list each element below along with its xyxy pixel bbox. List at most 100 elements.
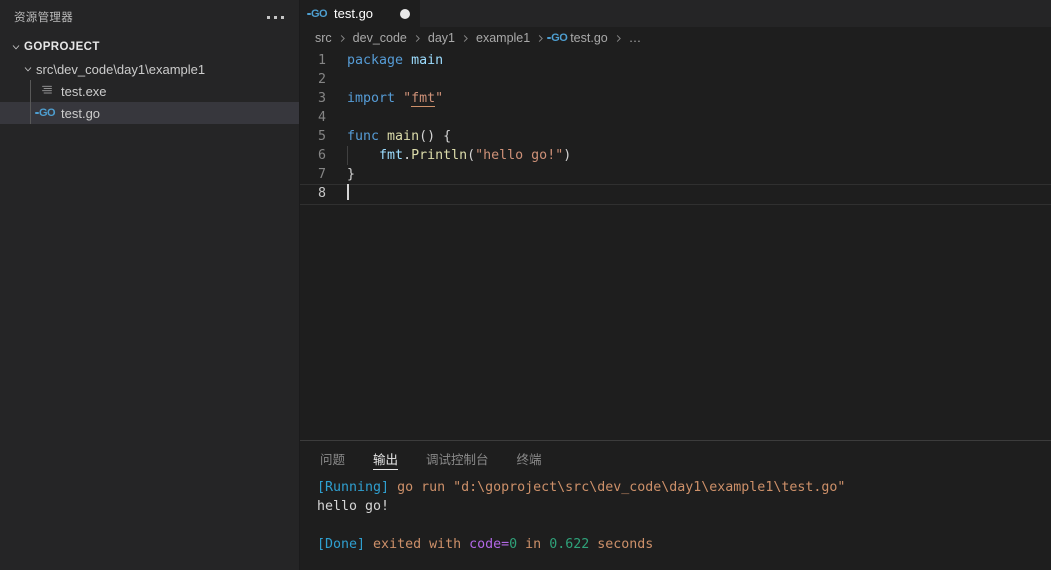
tree-item-test-go[interactable]: GO test.go bbox=[0, 102, 299, 124]
token: main bbox=[387, 129, 420, 144]
explorer-actions[interactable] bbox=[265, 9, 287, 25]
code-line-7[interactable]: 7} bbox=[300, 165, 1051, 184]
breadcrumb-item[interactable]: dev_code bbox=[353, 31, 407, 45]
output-segment: go run "d:\goproject\src\dev_code\day1\e… bbox=[389, 480, 846, 495]
token: " bbox=[403, 91, 412, 106]
token: ( bbox=[467, 148, 476, 163]
code-line-2[interactable]: 2 bbox=[300, 70, 1051, 89]
output-segment: hello go! bbox=[317, 499, 390, 514]
output-segment: [Done] bbox=[317, 537, 366, 552]
code-text[interactable]: package main bbox=[347, 51, 1051, 70]
code-text[interactable]: func main() { bbox=[347, 127, 1051, 146]
line-number: 7 bbox=[317, 167, 326, 182]
binary-file-icon bbox=[41, 84, 53, 99]
token: fmt bbox=[379, 148, 404, 163]
breadcrumb-item-label: example1 bbox=[476, 31, 531, 45]
code-text[interactable]: import "fmt" bbox=[347, 89, 1051, 108]
breadcrumb-item-label: test.go bbox=[570, 31, 608, 45]
output-segment: seconds bbox=[589, 537, 654, 552]
bottom-panel: 问题 输出 调试控制台 终端 [Running] go run "d:\goproje… bbox=[300, 440, 1051, 570]
line-number: 4 bbox=[317, 110, 326, 125]
tab-label: test.go bbox=[334, 6, 374, 21]
file-tree[interactable]: GOPROJECT src\dev_code\day1\example1 test.… bbox=[0, 36, 299, 124]
editor-tab-bar[interactable]: GO test.go bbox=[300, 0, 1051, 27]
explorer-title: 资源管理器 bbox=[14, 12, 73, 24]
code-line-4[interactable]: 4 bbox=[300, 108, 1051, 127]
breadcrumb-separator-icon bbox=[613, 33, 624, 44]
panel-tab-输出[interactable]: 输出 bbox=[373, 441, 399, 476]
go-file-icon: GO bbox=[547, 32, 568, 44]
code-lines[interactable]: 1 package main 2 3 import "fmt" 4 5 func main()… bbox=[300, 49, 1051, 205]
token: main bbox=[411, 53, 444, 68]
unsaved-indicator-icon[interactable] bbox=[400, 8, 410, 19]
tree-item-label: test.go bbox=[61, 105, 101, 121]
panel-tab-问题[interactable]: 问题 bbox=[320, 441, 345, 476]
editor-area: GO test.go src dev_code day1 example1 GO test.… bbox=[300, 0, 1051, 570]
breadcrumb-item-label: day1 bbox=[427, 31, 455, 45]
tree-item-label: test.exe bbox=[61, 83, 107, 99]
output-segment: code= bbox=[469, 537, 510, 552]
code-line-6[interactable]: 6 fmt.Println("hello go!") bbox=[300, 146, 1051, 165]
vscode-window: 资源管理器 GOPROJECT src\dev_code\day1\example… bbox=[0, 0, 1051, 570]
token: package bbox=[347, 53, 404, 68]
tree-item-goproject[interactable]: GOPROJECT bbox=[0, 36, 299, 58]
breadcrumb[interactable]: src dev_code day1 example1 GO test.go … bbox=[300, 27, 1051, 49]
tree-item-test-exe[interactable]: test.exe bbox=[0, 80, 299, 102]
breadcrumb-item[interactable]: src bbox=[315, 31, 332, 45]
token: "hello go!" bbox=[475, 148, 564, 163]
token: import bbox=[347, 91, 396, 106]
output-line: hello go! bbox=[317, 497, 1051, 516]
breadcrumb-item[interactable]: example1 bbox=[476, 31, 530, 45]
output-segment: 0 bbox=[509, 537, 518, 552]
breadcrumb-item-label: dev_code bbox=[352, 31, 407, 45]
breadcrumb-item[interactable]: day1 bbox=[428, 31, 455, 45]
code-line-1[interactable]: 1 package main bbox=[300, 51, 1051, 70]
token: fmt bbox=[411, 91, 436, 107]
output-segment: in bbox=[517, 537, 550, 552]
line-number: 8 bbox=[317, 186, 326, 201]
code-line-5[interactable]: 5 func main() { bbox=[300, 127, 1051, 146]
breadcrumb-separator-icon bbox=[535, 33, 546, 44]
code-editor[interactable]: 1 package main 2 3 import "fmt" 4 5 func main()… bbox=[300, 49, 1051, 440]
ellipsis-icon[interactable] bbox=[265, 9, 287, 25]
editor-tab-test-go[interactable]: GO test.go bbox=[300, 0, 420, 27]
output-line: [Done] exited with code=0 in 0.622 secon… bbox=[317, 535, 1051, 554]
panel-tab-终端[interactable]: 终端 bbox=[517, 441, 542, 476]
token: func bbox=[347, 129, 380, 144]
token: ) bbox=[563, 148, 572, 163]
line-number: 6 bbox=[317, 148, 326, 163]
breadcrumb-separator-icon bbox=[412, 33, 423, 44]
tree-indent-guide bbox=[30, 80, 31, 124]
explorer-header: 资源管理器 bbox=[0, 4, 299, 30]
breadcrumb-separator-icon bbox=[337, 33, 348, 44]
token: } bbox=[347, 167, 356, 182]
breadcrumb-separator-icon bbox=[460, 33, 471, 44]
chevron-down-icon[interactable] bbox=[8, 39, 24, 55]
panel-tab-调试控制台[interactable]: 调试控制台 bbox=[426, 441, 489, 476]
token: . bbox=[403, 148, 412, 163]
line-number: 3 bbox=[317, 91, 326, 106]
code-line-3[interactable]: 3 import "fmt" bbox=[300, 89, 1051, 108]
code-text[interactable]: fmt.Println("hello go!") bbox=[347, 146, 1051, 165]
panel-tab-list[interactable]: 问题 输出 调试控制台 终端 bbox=[300, 441, 1051, 476]
breadcrumb-item-label: src bbox=[315, 31, 332, 45]
breadcrumb-item[interactable]: GO test.go bbox=[547, 31, 608, 45]
tree-item-src-dev_code-day1-example1[interactable]: src\dev_code\day1\example1 bbox=[0, 58, 299, 80]
token: " bbox=[435, 91, 444, 106]
output-segment: exited with bbox=[365, 537, 470, 552]
output-console[interactable]: [Running] go run "d:\goproject\src\dev_c… bbox=[300, 476, 1051, 554]
chevron-down-icon[interactable] bbox=[20, 61, 36, 77]
tree-item-label: GOPROJECT bbox=[24, 41, 100, 53]
code-text[interactable]: } bbox=[347, 165, 1051, 184]
code-line-8[interactable]: 8 bbox=[300, 184, 1051, 205]
code-text[interactable] bbox=[347, 184, 1051, 203]
output-line: [Running] go run "d:\goproject\src\dev_c… bbox=[317, 478, 1051, 497]
breadcrumb-item[interactable]: … bbox=[629, 31, 642, 45]
explorer-sidebar: 资源管理器 GOPROJECT src\dev_code\day1\example… bbox=[0, 0, 300, 570]
indent-guide bbox=[347, 146, 348, 165]
go-file-icon: GO bbox=[306, 7, 328, 20]
output-segment: 0.622 bbox=[549, 537, 590, 552]
